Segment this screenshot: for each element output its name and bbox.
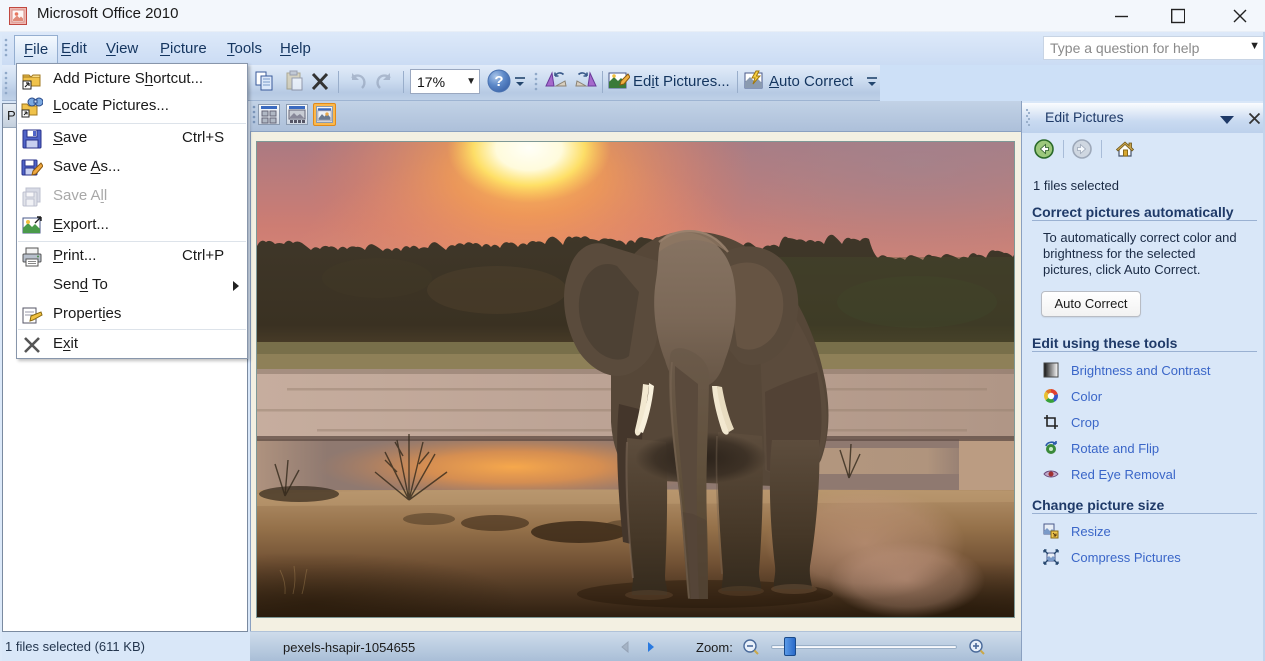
svg-text:?: ? [494,73,503,90]
